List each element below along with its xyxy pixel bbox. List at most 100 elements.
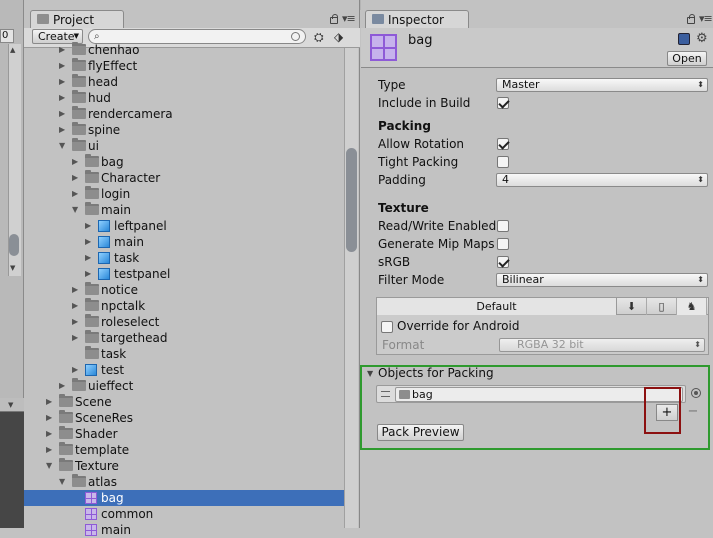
- collapsed-arrow-icon[interactable]: ▶: [46, 442, 52, 458]
- dropdown-arrow-icon[interactable]: ▼: [8, 401, 13, 409]
- left-strip-field[interactable]: 0: [0, 29, 14, 43]
- tree-item[interactable]: ▶ uieffect: [24, 378, 344, 394]
- collapsed-arrow-icon[interactable]: ▶: [72, 170, 78, 186]
- tree-item[interactable]: task: [24, 346, 344, 362]
- tab-inspector[interactable]: Inspector: [365, 10, 469, 29]
- collapsed-arrow-icon[interactable]: ▶: [59, 42, 65, 58]
- collapsed-arrow-icon[interactable]: ▶: [59, 58, 65, 74]
- tab-project[interactable]: Project: [30, 10, 124, 29]
- tree-item[interactable]: ▶ test: [24, 362, 344, 378]
- platform-tab-default[interactable]: Default: [377, 298, 617, 315]
- collapsed-arrow-icon[interactable]: ▶: [59, 74, 65, 90]
- tree-item[interactable]: ▶ Scene: [24, 394, 344, 410]
- collapsed-arrow-icon[interactable]: ▶: [72, 298, 78, 314]
- include-in-build-checkbox[interactable]: [497, 97, 509, 109]
- project-scroll-thumb[interactable]: [346, 148, 357, 252]
- collapsed-arrow-icon[interactable]: ▶: [46, 410, 52, 426]
- gear-icon[interactable]: ⚙: [696, 31, 708, 46]
- pack-preview-button[interactable]: Pack Preview: [377, 424, 464, 441]
- tree-item[interactable]: ▶ main: [24, 234, 344, 250]
- download-icon[interactable]: ⬇: [617, 298, 647, 315]
- collapsed-arrow-icon[interactable]: ▶: [85, 266, 91, 282]
- lock-icon[interactable]: [330, 14, 338, 24]
- expanded-arrow-icon[interactable]: ▼: [59, 474, 65, 490]
- tree-item[interactable]: ▶ roleselect: [24, 314, 344, 330]
- tree-item[interactable]: ▶ Shader: [24, 426, 344, 442]
- allow-rotation-checkbox[interactable]: [497, 138, 509, 150]
- collapsed-arrow-icon[interactable]: ▶: [85, 218, 91, 234]
- collapsed-arrow-icon[interactable]: ▶: [72, 330, 78, 346]
- tree-item[interactable]: ▶ leftpanel: [24, 218, 344, 234]
- tree-item[interactable]: ▶ flyEffect: [24, 58, 344, 74]
- tree-item[interactable]: ▶ template: [24, 442, 344, 458]
- lock-icon[interactable]: [687, 14, 695, 24]
- tree-item[interactable]: ▼ main: [24, 202, 344, 218]
- expanded-arrow-icon[interactable]: ▼: [72, 202, 78, 218]
- tree-item-label: atlas: [88, 475, 117, 489]
- tree-item[interactable]: ▶ login: [24, 186, 344, 202]
- collapsed-arrow-icon[interactable]: ▶: [59, 122, 65, 138]
- format-dropdown[interactable]: RGBA 32 bit ⬍: [499, 338, 705, 352]
- object-field[interactable]: bag: [395, 387, 683, 402]
- scroll-up-arrow-icon[interactable]: ▲: [10, 46, 15, 54]
- tree-item[interactable]: ▼ atlas: [24, 474, 344, 490]
- objects-for-packing-header[interactable]: Objects for Packing: [378, 366, 494, 380]
- expanded-arrow-icon[interactable]: ▼: [46, 458, 52, 474]
- collapsed-arrow-icon[interactable]: ▶: [46, 426, 52, 442]
- collapsed-arrow-icon[interactable]: ▶: [85, 250, 91, 266]
- folder-icon: [72, 122, 86, 135]
- remove-item-button[interactable]: −: [682, 404, 704, 421]
- tree-item[interactable]: ▼ Texture: [24, 458, 344, 474]
- tree-item[interactable]: common: [24, 506, 344, 522]
- panel-menu-icon[interactable]: ▾≡: [699, 12, 713, 25]
- collapsed-arrow-icon[interactable]: ▶: [46, 394, 52, 410]
- tree-item[interactable]: ▶ notice: [24, 282, 344, 298]
- object-picker-icon[interactable]: [691, 388, 701, 398]
- tree-item[interactable]: ▶ Character: [24, 170, 344, 186]
- tight-packing-checkbox[interactable]: [497, 156, 509, 168]
- generate-mipmaps-checkbox[interactable]: [497, 238, 509, 250]
- tree-item[interactable]: ▶ spine: [24, 122, 344, 138]
- srgb-checkbox[interactable]: [497, 256, 509, 268]
- expanded-arrow-icon[interactable]: ▼: [59, 138, 65, 154]
- mobile-icon[interactable]: ▯: [647, 298, 677, 315]
- tree-item[interactable]: ▼ ui: [24, 138, 344, 154]
- tree-item[interactable]: ▶ bag: [24, 154, 344, 170]
- tree-item[interactable]: ▶ npctalk: [24, 298, 344, 314]
- help-icon[interactable]: [678, 33, 690, 45]
- collapsed-arrow-icon[interactable]: ▶: [59, 378, 65, 394]
- left-strip-scroll-thumb[interactable]: [9, 234, 19, 256]
- padding-dropdown[interactable]: 4 ⬍: [496, 173, 708, 187]
- tree-item[interactable]: ▶ SceneRes: [24, 410, 344, 426]
- collapsed-arrow-icon[interactable]: ▶: [72, 154, 78, 170]
- drag-handle-icon[interactable]: [381, 391, 390, 397]
- tree-item[interactable]: ▶ head: [24, 74, 344, 90]
- scroll-down-arrow-icon[interactable]: ▼: [10, 264, 15, 272]
- clear-search-icon[interactable]: [291, 32, 300, 41]
- open-button[interactable]: Open: [667, 51, 707, 66]
- collapsed-arrow-icon[interactable]: ▶: [72, 282, 78, 298]
- tree-item[interactable]: ▶ task: [24, 250, 344, 266]
- tree-item[interactable]: ▶ hud: [24, 90, 344, 106]
- tree-item-label: task: [114, 251, 140, 265]
- tree-item[interactable]: main: [24, 522, 344, 538]
- tree-item[interactable]: ▶ chenhao: [24, 42, 344, 58]
- collapsed-arrow-icon[interactable]: ▶: [72, 362, 78, 378]
- type-dropdown[interactable]: Master ⬍: [496, 78, 708, 92]
- collapsed-arrow-icon[interactable]: ▶: [59, 106, 65, 122]
- panel-menu-icon[interactable]: ▾≡: [342, 12, 356, 25]
- tree-item[interactable]: ▶ targethead: [24, 330, 344, 346]
- collapsed-arrow-icon[interactable]: ▶: [72, 314, 78, 330]
- foldout-expanded-icon[interactable]: ▼: [367, 369, 373, 378]
- collapsed-arrow-icon[interactable]: ▶: [59, 90, 65, 106]
- tree-item[interactable]: ▶ testpanel: [24, 266, 344, 282]
- android-icon[interactable]: ♞: [677, 298, 707, 315]
- filter-mode-dropdown[interactable]: Bilinear ⬍: [496, 273, 708, 287]
- read-write-checkbox[interactable]: [497, 220, 509, 232]
- override-android-checkbox[interactable]: [381, 321, 393, 333]
- collapsed-arrow-icon[interactable]: ▶: [72, 186, 78, 202]
- tree-item[interactable]: ▶ rendercamera: [24, 106, 344, 122]
- collapsed-arrow-icon[interactable]: ▶: [85, 234, 91, 250]
- tree-item[interactable]: bag: [24, 490, 344, 506]
- project-scrollbar[interactable]: [344, 48, 358, 528]
